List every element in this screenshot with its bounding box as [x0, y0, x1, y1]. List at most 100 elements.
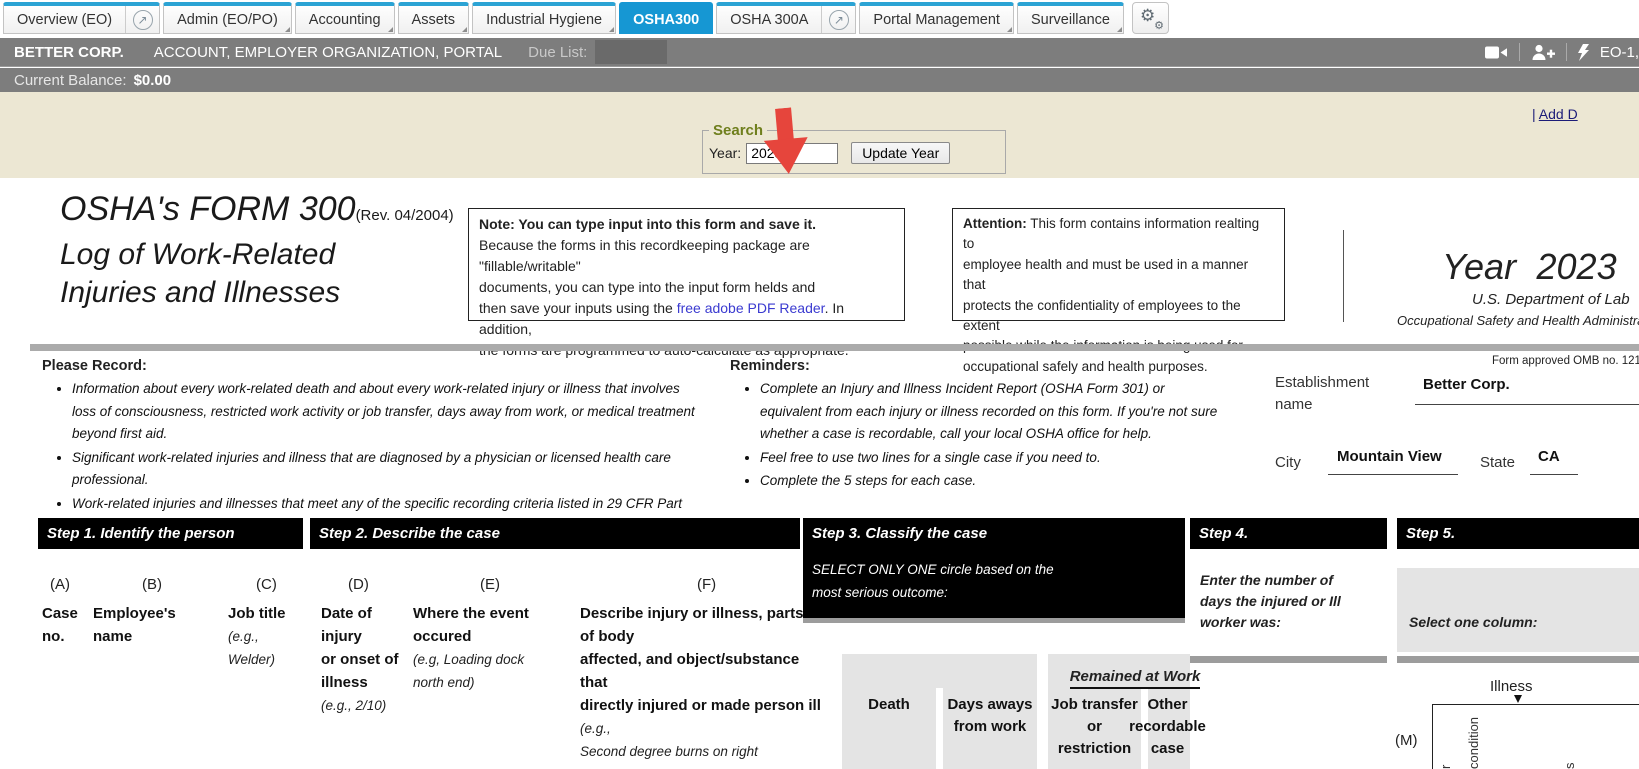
step4-separator: [1190, 656, 1387, 663]
account-bar: BETTER CORP. ACCOUNT, EMPLOYER ORGANIZAT…: [0, 38, 1639, 67]
illness-column-label-3: s: [1562, 763, 1577, 769]
gear-icon-small: ⚙: [1154, 19, 1164, 32]
attention-heading: Attention:: [963, 216, 1027, 231]
tab-corner-icon: [388, 27, 393, 32]
balance-value: $0.00: [134, 72, 172, 89]
illness-column-label-2: condition: [1466, 717, 1481, 769]
flash-icon[interactable]: [1578, 44, 1590, 61]
tab-assets[interactable]: Assets: [398, 2, 470, 34]
column-e-heading: Where the event occured (e.g, Loading do…: [413, 602, 529, 694]
column-d-heading: Date of injury or onset of illness (e.g.…: [321, 602, 399, 717]
step3-header: Step 3. Classify the case SELECT ONLY ON…: [803, 518, 1185, 618]
column-gap: [936, 688, 943, 769]
step5-header: Step 5.: [1397, 518, 1639, 549]
field-underline: [1530, 474, 1578, 475]
add-link[interactable]: Add D: [1539, 106, 1578, 122]
account-bar-actions: EO-1,: [1485, 43, 1639, 61]
link-separator: |: [1532, 106, 1536, 122]
establishment-label: Establishment name: [1275, 372, 1369, 416]
tab-surveillance[interactable]: Surveillance: [1017, 2, 1124, 34]
year-label: Year:: [709, 145, 741, 161]
divider: [1566, 43, 1567, 61]
step4-header: Step 4.: [1190, 518, 1387, 549]
red-arrow-annotation: [754, 106, 818, 179]
form-subtitle: Log of Work-Related Injuries and Illness…: [60, 236, 340, 312]
due-list-dropdown[interactable]: [595, 40, 667, 64]
pdf-reader-link[interactable]: free adobe PDF Reader: [677, 300, 825, 316]
update-year-button[interactable]: Update Year: [851, 142, 950, 164]
days-away-column-label: Days aways from work: [943, 694, 1037, 738]
due-list-label: Due List:: [528, 44, 587, 61]
note-box: Note: You can type input into this form …: [468, 208, 905, 321]
tab-corner-icon: [609, 27, 614, 32]
column-a-heading: Case no.: [42, 602, 78, 648]
down-arrow-icon: [1514, 695, 1522, 703]
omb-approval: Form approved OMB no. 121: [1492, 355, 1639, 367]
external-link-icon: ↗: [133, 10, 153, 30]
tab-corner-icon: [1117, 27, 1122, 32]
city-value: Mountain View: [1337, 448, 1442, 465]
tab-overview-eo[interactable]: Overview (EO) ↗: [3, 2, 160, 34]
illness-column-label-1: r: [1438, 765, 1453, 769]
tab-osha300-active[interactable]: OSHA300: [619, 2, 713, 34]
illness-label: Illness: [1490, 678, 1533, 695]
please-record-list: Information about every work-related dea…: [50, 378, 700, 539]
note-heading: Note: You can type input into this form …: [479, 214, 894, 235]
search-panel: Search Year: Update Year: [702, 122, 1006, 174]
please-record-heading: Please Record:: [42, 358, 147, 374]
osha300-page: Overview (EO) ↗ Admin (EO/PO) Accounting…: [0, 0, 1639, 769]
context-code: EO-1,: [1600, 44, 1639, 61]
illness-columns-box: [1432, 704, 1639, 769]
step5-panel: [1397, 568, 1639, 652]
department-label: U.S. Department of Lab: [1472, 291, 1630, 308]
osha300a-external-link-button[interactable]: ↗: [821, 6, 855, 33]
state-label: State: [1480, 452, 1515, 474]
add-link-area: | Add D: [1532, 106, 1578, 122]
attention-box: Attention: This form contains informatio…: [952, 208, 1285, 321]
form-year: Year 2023: [1442, 246, 1617, 288]
step2-header: Step 2. Describe the case: [310, 518, 800, 549]
field-underline: [1328, 474, 1458, 475]
overview-external-link-button[interactable]: ↗: [125, 6, 159, 33]
step5-separator: [1397, 656, 1639, 663]
company-name: BETTER CORP.: [14, 44, 124, 61]
video-camera-icon[interactable]: [1485, 45, 1508, 60]
reminders-list: Complete an Injury and Illness Incident …: [738, 378, 1218, 494]
city-label: City: [1275, 452, 1301, 474]
gear-icon: ⚙: [1140, 6, 1155, 26]
state-value: CA: [1538, 448, 1560, 465]
tab-portal-management[interactable]: Portal Management: [859, 2, 1014, 34]
form-title-line: OSHA's FORM 300(Rev. 04/2004): [60, 190, 454, 229]
divider: [1519, 43, 1520, 61]
tab-accounting[interactable]: Accounting: [295, 2, 395, 34]
balance-bar: Current Balance: $0.00: [0, 68, 1639, 92]
tab-bar: Overview (EO) ↗ Admin (EO/PO) Accounting…: [0, 0, 1639, 38]
add-person-icon[interactable]: [1531, 44, 1555, 61]
step1-header: Step 1. Identify the person: [38, 518, 303, 549]
step3-instruction: SELECT ONLY ONE circle based on the most…: [812, 558, 1185, 604]
balance-label: Current Balance:: [14, 72, 127, 89]
column-f-heading: Describe injury or illness, parts of bod…: [580, 602, 825, 763]
other-recordable-column-label: Other recordable case: [1125, 694, 1210, 760]
tab-corner-icon: [462, 27, 467, 32]
settings-button[interactable]: ⚙ ⚙: [1132, 2, 1169, 34]
tab-corner-icon: [1007, 27, 1012, 32]
tab-corner-icon: [285, 27, 290, 32]
death-column-label: Death: [842, 694, 936, 716]
tab-admin-eo-po[interactable]: Admin (EO/PO): [163, 2, 292, 34]
osha-form-300: OSHA's FORM 300(Rev. 04/2004) Log of Wor…: [30, 178, 1639, 769]
tab-osha300a[interactable]: OSHA 300A ↗: [716, 2, 856, 34]
account-context: ACCOUNT, EMPLOYER ORGANIZATION, PORTAL: [154, 44, 502, 61]
field-underline: [1415, 404, 1639, 405]
column-c-heading: Job title (e.g., Welder): [228, 602, 286, 671]
step4-instruction: Enter the number of days the injured or …: [1200, 570, 1341, 633]
external-link-icon: ↗: [829, 10, 849, 30]
establishment-value: Better Corp.: [1423, 376, 1510, 393]
administration-label: Occupational Safety and Health Administr…: [1397, 313, 1639, 328]
column-b-heading: Employee's name: [93, 602, 176, 648]
reminders-heading: Reminders:: [730, 358, 810, 374]
step5-instruction: Select one column:: [1409, 614, 1537, 630]
step3-shadow: [803, 618, 1185, 623]
divider: [1343, 230, 1344, 322]
tab-industrial-hygiene[interactable]: Industrial Hygiene: [472, 2, 616, 34]
